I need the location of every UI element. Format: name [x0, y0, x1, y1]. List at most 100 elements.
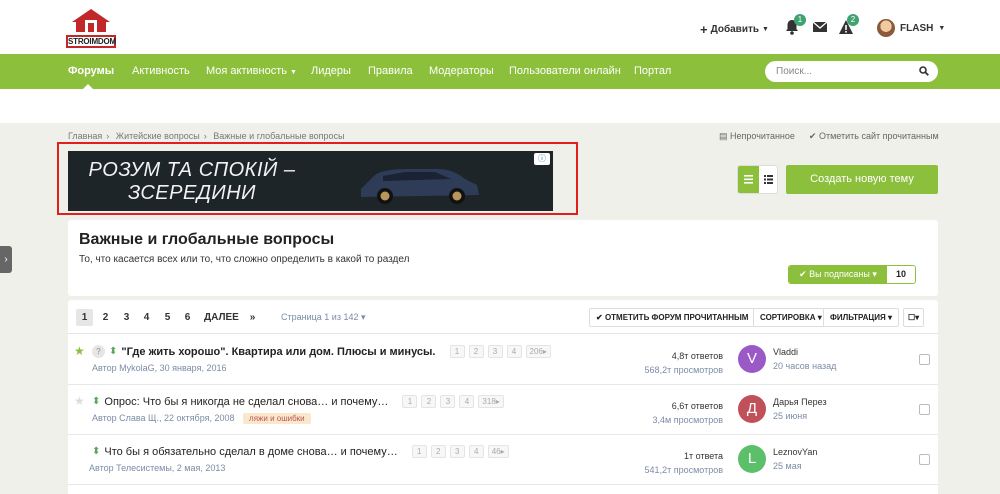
topic-checkbox[interactable] — [919, 354, 930, 365]
ad-info-icon[interactable]: ⓘ — [534, 153, 550, 165]
unread-label: Непрочитанное — [730, 131, 795, 141]
avatar[interactable]: V — [738, 345, 766, 373]
topic-page-link[interactable]: 2 — [430, 445, 446, 458]
ad-banner[interactable]: РОЗУМ ТА СПОКІЙ – ЗСЕРЕДИНИ ⓘ — [68, 151, 553, 211]
topic-last-page-link[interactable]: 206▸ — [525, 345, 551, 358]
subscribe-label-text: Вы подписаны — [809, 269, 870, 279]
nav-item-portal[interactable]: Портал — [634, 54, 671, 89]
plus-icon: + — [700, 22, 708, 37]
last-poster[interactable]: Дарья Перез — [773, 397, 827, 407]
nav-item-online-users[interactable]: Пользователи онлайн — [509, 54, 621, 89]
last-post-time[interactable]: 25 июня — [773, 411, 807, 421]
topic-page-link[interactable]: 4 — [468, 445, 484, 458]
user-menu[interactable]: FLASH ▼ — [877, 19, 945, 37]
page-jump-dropdown[interactable]: Страница 1 из 142 ▾ — [281, 309, 366, 326]
sub-nav-bar — [0, 89, 1000, 123]
topic-page-link[interactable]: 4 — [506, 345, 522, 358]
topic-page-link[interactable]: 1 — [402, 395, 418, 408]
grid-view-button[interactable] — [759, 166, 777, 193]
notifications-bell-icon[interactable]: 1 — [785, 14, 806, 37]
topic-meta: Автор Слава Щ., 22 октября, 2008 ляжи и … — [92, 413, 311, 424]
page-link-5[interactable]: 5 — [159, 309, 176, 326]
topic-checkbox[interactable] — [919, 454, 930, 465]
nav-item-my-activity[interactable]: Моя активность ▼ — [206, 54, 297, 89]
ad-text-line1: РОЗУМ ТА СПОКІЙ – — [88, 159, 296, 181]
unread-icon: ▤ — [719, 131, 728, 141]
topic-row[interactable]: ⬍ Что бы я обязательно сделал в доме сно… — [68, 435, 938, 485]
topic-stats: 1т ответа 541,2т просмотров — [645, 449, 723, 477]
nav-item-my-activity-label: Моя активность — [206, 65, 287, 77]
avatar[interactable]: L — [738, 445, 766, 473]
star-icon[interactable]: ★ — [74, 394, 85, 408]
site-logo[interactable]: STROIMDOM — [66, 8, 116, 48]
search-input[interactable]: Поиск... — [765, 61, 938, 82]
envelope-icon[interactable] — [812, 19, 830, 37]
last-poster[interactable]: Vladdi — [773, 347, 798, 357]
star-icon[interactable]: ★ — [74, 344, 85, 358]
alert-icon[interactable]: 2 — [838, 14, 859, 37]
page-link-3[interactable]: 3 — [118, 309, 135, 326]
topic-page-link[interactable]: 2 — [421, 395, 437, 408]
subscribe-button[interactable]: ✔ Вы подписаны ▾ 10 — [788, 265, 916, 284]
topic-page-link[interactable]: 1 — [411, 445, 427, 458]
topic-stats: 4,8т ответов 568,2т просмотров — [645, 349, 723, 377]
house-logo-icon — [72, 9, 110, 32]
last-poster[interactable]: LeznovYan — [773, 447, 817, 457]
topic-row[interactable]: ★ ? ⬍ "Где жить хорошо". Квартира или до… — [68, 335, 938, 385]
topic-meta[interactable]: Автор MykolaG, 30 января, 2016 — [92, 363, 226, 373]
page-link-6[interactable]: 6 — [179, 309, 196, 326]
pin-icon: ⬍ — [92, 446, 101, 457]
filter-dropdown[interactable]: ФИЛЬТРАЦИЯ ▾ — [823, 308, 900, 327]
topic-page-link[interactable]: 4 — [459, 395, 475, 408]
select-all-dropdown[interactable]: ☐▾ — [903, 308, 925, 327]
breadcrumb-current[interactable]: Важные и глобальные вопросы — [213, 131, 344, 141]
list-view-button[interactable] — [738, 166, 759, 193]
subscribe-label: ✔ Вы подписаны ▾ — [789, 266, 887, 283]
topic-title[interactable]: Опрос: Что бы я никогда не сделал снова…… — [104, 396, 388, 408]
page-info: Страница 1 из 142 — [281, 312, 359, 322]
topic-checkbox[interactable] — [919, 404, 930, 415]
page-link-1[interactable]: 1 — [76, 309, 93, 326]
topic-last-page-link[interactable]: 318▸ — [478, 395, 504, 408]
sidebar-toggle-chevron-icon[interactable]: › — [0, 246, 12, 273]
topic-meta[interactable]: Автор Телесистемы, 2 мая, 2013 — [89, 463, 225, 473]
last-post-time[interactable]: 25 мая — [773, 461, 802, 471]
topic-tag[interactable]: ляжи и ошибки — [243, 413, 311, 424]
topic-page-link[interactable]: 2 — [468, 345, 484, 358]
topic-title[interactable]: "Где жить хорошо". Квартира или дом. Плю… — [121, 346, 435, 358]
topic-row[interactable]: ★ ⬍ Опрос: Что бы я никогда не сделал сн… — [68, 385, 938, 435]
forum-description: То, что касается всех или то, что сложно… — [79, 254, 410, 265]
page-link-2[interactable]: 2 — [97, 309, 114, 326]
nav-item-moderators[interactable]: Модераторы — [429, 54, 494, 89]
create-topic-button[interactable]: Создать новую тему — [786, 165, 938, 194]
breadcrumb-category[interactable]: Житейские вопросы — [116, 131, 200, 141]
topic-page-link[interactable]: 3 — [440, 395, 456, 408]
nav-item-leaders[interactable]: Лидеры — [311, 54, 351, 89]
search-icon[interactable] — [919, 66, 929, 76]
topic-title[interactable]: Что бы я обязательно сделал в доме снова… — [104, 446, 397, 458]
last-post-time[interactable]: 20 часов назад — [773, 361, 836, 371]
topic-page-link[interactable]: 1 — [449, 345, 465, 358]
mark-site-read-label: Отметить сайт прочитанным — [818, 131, 939, 141]
last-page-link[interactable]: » — [244, 309, 261, 326]
breadcrumb: Главная › Житейские вопросы › Важные и гло… — [68, 131, 345, 141]
nav-item-rules[interactable]: Правила — [368, 54, 413, 89]
mark-forum-read-button[interactable]: ✔ ОТМЕТИТЬ ФОРУМ ПРОЧИТАННЫМ — [589, 308, 756, 327]
view-toggle — [737, 165, 778, 194]
mark-site-read-link[interactable]: ✔ Отметить сайт прочитанным — [809, 131, 939, 142]
topic-page-link[interactable]: 3 — [449, 445, 465, 458]
page-link-4[interactable]: 4 — [138, 309, 155, 326]
breadcrumb-home[interactable]: Главная — [68, 131, 102, 141]
logo-text: STROIMDOM — [66, 35, 116, 48]
topic-views: 3,4м просмотров — [652, 415, 724, 425]
topic-last-page-link[interactable]: 46▸ — [487, 445, 509, 458]
add-button[interactable]: + Добавить ▼ — [700, 22, 769, 37]
topic-title-line: ⬍ Опрос: Что бы я никогда не сделал снов… — [92, 395, 504, 408]
unread-link[interactable]: ▤ Непрочитанное — [719, 131, 795, 142]
sort-dropdown[interactable]: СОРТИРОВКА ▾ — [753, 308, 829, 327]
topic-page-link[interactable]: 3 — [487, 345, 503, 358]
topic-meta-text[interactable]: Автор Слава Щ., 22 октября, 2008 — [92, 413, 235, 423]
nav-item-activity[interactable]: Активность — [132, 54, 190, 89]
next-page-link[interactable]: ДАЛЕЕ — [201, 309, 242, 326]
avatar[interactable]: Д — [738, 395, 766, 423]
